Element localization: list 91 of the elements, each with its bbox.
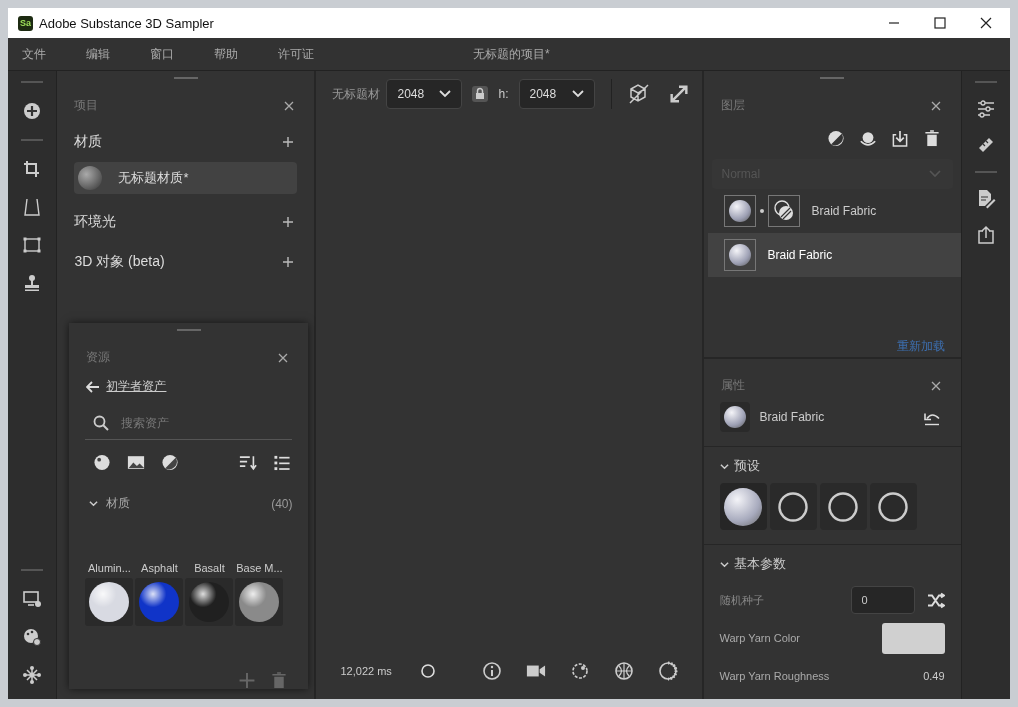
sphere-icon [724,487,762,526]
globe-icon[interactable] [613,661,634,681]
sphere-thumbnail-icon [723,239,756,271]
color-swatch[interactable] [881,622,945,654]
close-icon[interactable] [980,17,992,29]
parameter-value: 0.49 [923,670,945,682]
menu-item[interactable]: 窗口 [150,45,174,63]
sphere-view-icon[interactable] [657,661,678,681]
section-title: 3D 对象 (beta) [74,253,165,271]
list-view-icon[interactable] [273,454,292,471]
number-field[interactable]: 0 [850,586,915,614]
section-title: 环境光 [74,213,117,231]
preset-tile[interactable] [719,483,767,530]
chevron-icon [439,90,452,98]
sliders-icon[interactable] [975,99,996,119]
material-item[interactable]: 无标题材质* [74,162,298,194]
sphere-thumbnail-icon [719,402,750,432]
add-icon[interactable] [283,257,294,267]
chevron-icon[interactable] [89,499,99,508]
section-title: 预设 [733,457,760,475]
sphere-thumbnail-icon [78,166,103,190]
project-title: 无标题的项目* [473,45,550,63]
panel-title: 图层 [720,97,745,114]
render-time: 12,022 ms [340,665,392,677]
window-title: Adobe Substance 3D Sampler [39,15,214,31]
search-field[interactable]: 搜索资产 [119,415,274,431]
add-icon[interactable] [283,217,294,227]
parameter-label: Warp Yarn Color [719,632,800,644]
loading-ring-icon [777,490,809,523]
image-filter-icon[interactable] [127,454,146,471]
material-filter-icon[interactable] [93,454,112,471]
preset-tile[interactable] [869,483,917,530]
maximize-icon[interactable] [934,17,946,29]
parameter-label: 随机种子 [719,592,764,608]
shuffle-icon[interactable] [926,591,945,609]
palette-settings-icon[interactable] [22,627,43,647]
breadcrumb-link[interactable]: 初学者资产 [106,378,167,395]
perspective-icon[interactable] [22,197,43,217]
menu-item[interactable]: 帮助 [214,45,238,63]
node-graph-icon[interactable] [22,665,43,685]
transform-icon[interactable] [22,235,43,255]
lock-icon[interactable] [472,86,489,102]
sphere-thumbnail-icon [723,195,756,227]
menu-item[interactable]: 文件 [22,45,46,63]
chevron-icon[interactable] [719,461,729,471]
asset-name: Basalt [194,562,225,574]
menu-item[interactable]: 编辑 [86,45,110,63]
asset-name: Asphalt [141,562,178,574]
asset-name: Base M... [236,562,283,574]
light-rotate-icon[interactable] [569,661,590,681]
contrast-filter-icon[interactable] [161,454,180,471]
asset-name: Alumin... [88,562,131,574]
layer-row[interactable]: Braid Fabric [707,233,961,277]
height-dropdown[interactable]: 2048 [518,79,595,109]
add-icon[interactable] [22,101,43,121]
trash-icon[interactable] [922,130,941,147]
panel-title: 资源 [86,349,111,366]
search-icon [93,415,110,431]
info-icon[interactable] [481,661,502,681]
chevron-icon [571,90,584,98]
loading-ring-icon [827,490,859,523]
menu-item[interactable]: 许可证 [278,45,314,63]
parameter-label: Warp Yarn Roughness [719,670,830,682]
item-count: (40) [271,496,293,511]
section-title: 基本参数 [733,555,786,573]
progress-ring-icon [419,663,436,679]
sort-icon[interactable] [239,454,258,471]
app-logo-icon: Sa [18,15,33,31]
cube-icon[interactable] [627,83,650,105]
back-arrow-icon[interactable] [86,380,101,393]
material-layer-icon[interactable] [858,130,877,147]
display-settings-icon[interactable] [22,589,43,609]
section-title: 材质 [106,495,131,512]
section-title: 材质 [74,133,103,151]
height-label: h: [498,87,509,101]
layer-row[interactable]: Braid Fabric [707,189,961,233]
import-icon[interactable] [890,130,909,147]
preset-tile[interactable] [819,483,867,530]
material-name: 无标题材 [332,85,381,103]
panel-title: 项目 [74,97,99,114]
chevron-icon[interactable] [719,559,729,569]
add-icon[interactable] [283,137,294,147]
export-icon[interactable] [975,225,996,245]
material-name: Braid Fabric [759,410,825,424]
chevron-icon [928,170,941,178]
loading-ring-icon [877,490,909,523]
preset-tile[interactable] [769,483,817,530]
width-dropdown[interactable]: 2048 [386,79,463,109]
panel-title: 属性 [720,377,745,394]
expand-icon[interactable] [667,83,690,105]
contrast-icon[interactable] [826,130,845,147]
